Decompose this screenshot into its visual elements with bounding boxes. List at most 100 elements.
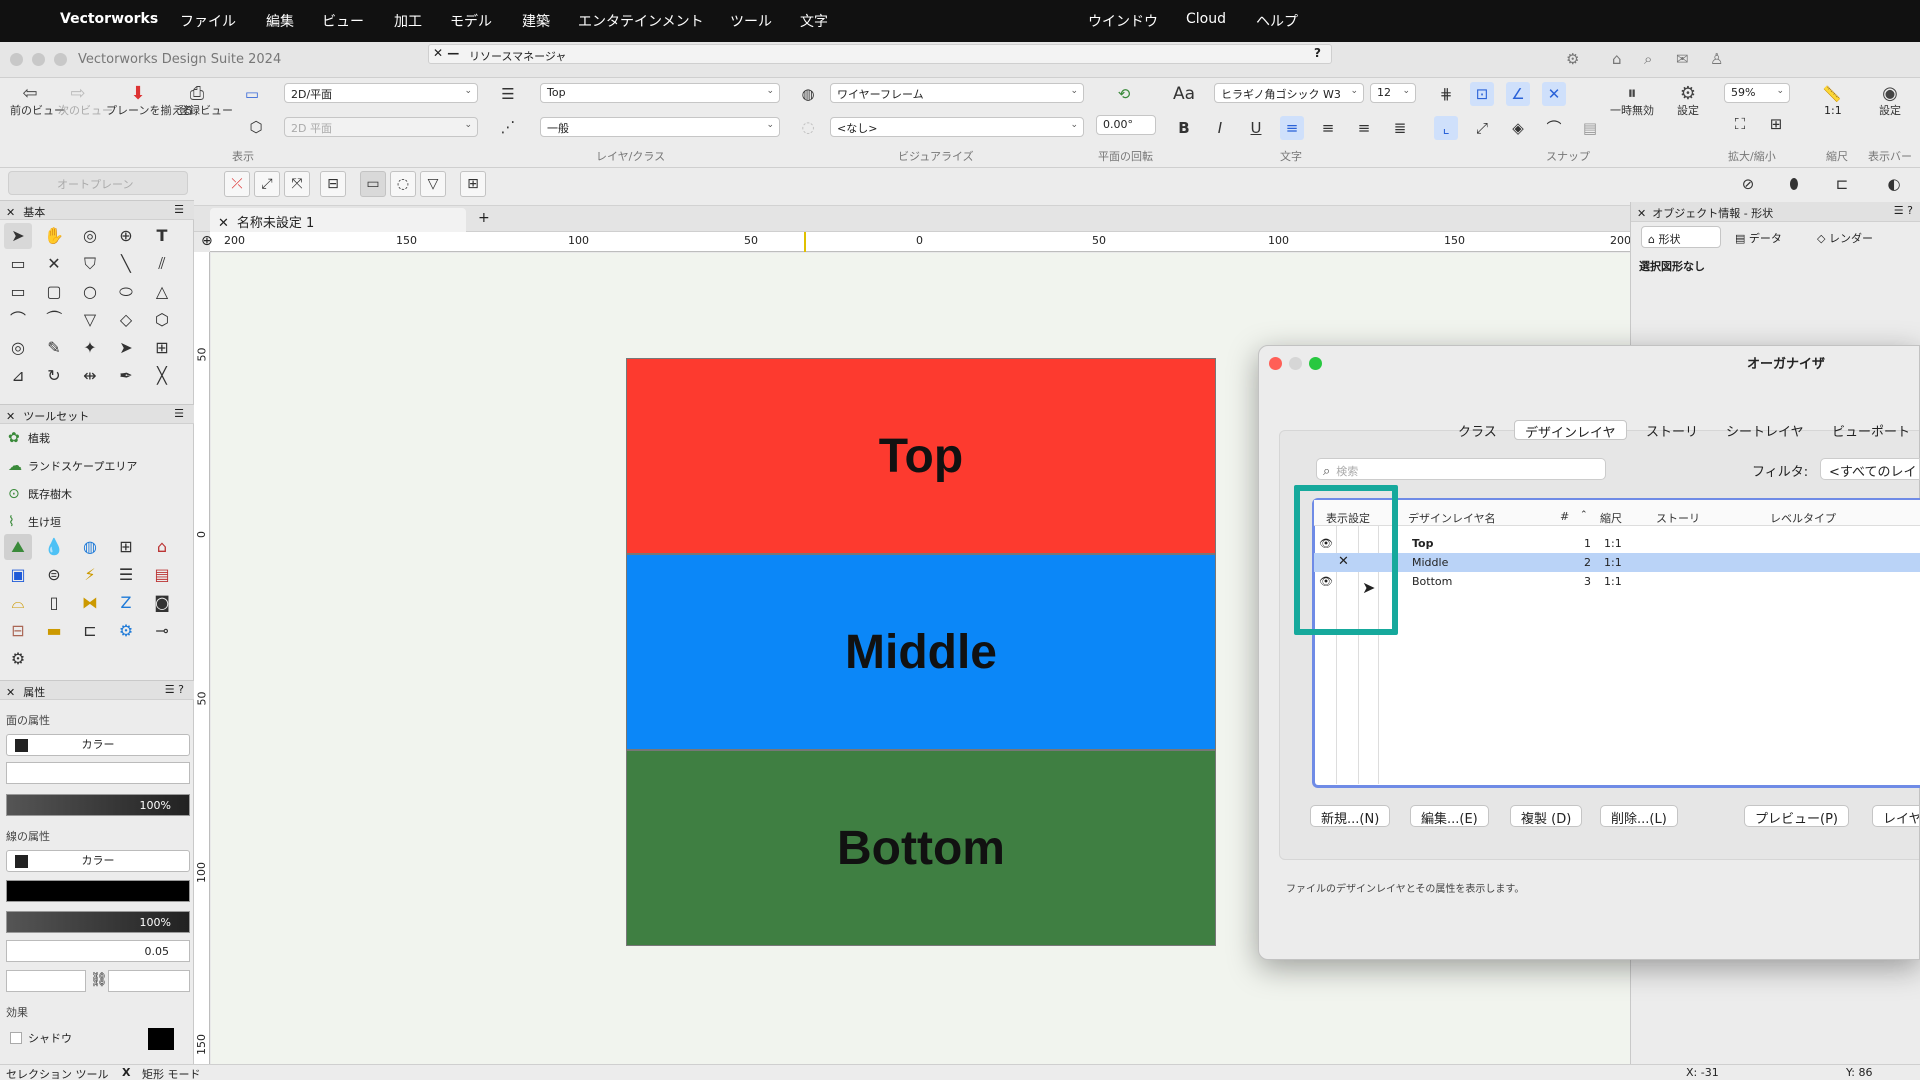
tab-viewport[interactable]: ビューポート (1822, 420, 1920, 440)
snap-angle-icon[interactable]: ∠ (1506, 82, 1530, 106)
monitor-icon[interactable]: ▣ (4, 562, 32, 588)
cabinet-icon[interactable]: ⊟ (4, 618, 32, 644)
layer-select[interactable]: Top ⌄ (540, 83, 780, 103)
mode-polygon-icon[interactable]: ▽ (420, 171, 446, 197)
fit-to-objects-icon[interactable]: ⊞ (1764, 112, 1788, 136)
line-tool-icon[interactable]: ╲ (112, 251, 140, 277)
tab-data[interactable]: ▤ データ (1729, 226, 1805, 248)
font-size-select[interactable]: 12 ⌄ (1370, 83, 1416, 103)
delete-button[interactable]: 削除...(L) (1600, 805, 1678, 827)
menu-help-icon[interactable]: ☰ ? (165, 683, 184, 696)
link-icon[interactable]: ⛓ (90, 972, 108, 988)
light-select[interactable]: <なし> ⌄ (830, 117, 1084, 137)
zoom-dialog-button[interactable] (1309, 357, 1322, 370)
arc-tool-icon[interactable]: ⌒ (4, 307, 32, 333)
table-row[interactable]: 👁 Top 1 1:1 (1314, 534, 1920, 553)
align-plane-button[interactable]: ⬇ プレーンを揃える (106, 84, 193, 118)
new-button[interactable]: 新規...(N) (1310, 805, 1391, 827)
col-level-type[interactable]: レベルタイプ (1770, 510, 1836, 526)
mode-transform-icon[interactable]: ⤧ (284, 171, 310, 197)
user-icon[interactable]: ♙ (1710, 50, 1723, 68)
eyedropper-tool-icon[interactable]: ✎ (40, 335, 68, 361)
fill-type-select[interactable]: カラー (6, 734, 190, 756)
toolset-item-planting[interactable]: ✿ 植栽 (8, 430, 50, 446)
pan-tool-icon[interactable]: ✋ (40, 223, 68, 249)
minimize-window-button[interactable] (32, 53, 45, 66)
visibility-tool-icon[interactable]: ➤ (112, 335, 140, 361)
snap-edge-icon[interactable]: ⌞ (1434, 116, 1458, 140)
menu-icon[interactable]: ☰ (174, 407, 184, 420)
close-icon[interactable]: ✕ (6, 410, 15, 423)
zoom-select[interactable]: 59% ⌄ (1724, 83, 1790, 103)
grid-icon[interactable]: ⊞ (112, 534, 140, 560)
tab-document[interactable]: ✕ 名称未設定 1 (210, 208, 466, 232)
duplicate-button[interactable]: 複製 (D) (1510, 805, 1583, 827)
tab-story[interactable]: ストーリ (1636, 420, 1708, 440)
z-icon[interactable]: Z (112, 590, 140, 616)
rect-bottom[interactable]: Bottom (626, 750, 1216, 946)
line-weight-select[interactable]: 0.05 (6, 940, 190, 962)
snap-tangent-icon[interactable]: ◈ (1506, 116, 1530, 140)
rect-middle[interactable]: Middle (626, 554, 1216, 750)
new-tab-button[interactable]: + (478, 210, 490, 226)
camera-icon[interactable]: ◙ (148, 590, 176, 616)
layers-icon[interactable]: ☰ (496, 82, 520, 106)
door-icon[interactable]: ▤ (148, 562, 176, 588)
close-window-button[interactable] (10, 53, 23, 66)
underline-icon[interactable]: U (1244, 116, 1268, 140)
close-icon[interactable]: ✕ (6, 206, 15, 219)
resource-manager-close-icon[interactable]: ✕ — (433, 46, 459, 60)
mode-cross-icon[interactable]: ⤫ (224, 171, 250, 197)
fill-opacity-slider[interactable]: 100% (6, 794, 190, 816)
align-center-icon[interactable]: ≡ (1316, 116, 1340, 140)
pipe-icon[interactable]: ⊜ (40, 562, 68, 588)
furniture-icon[interactable]: ⌓ (4, 590, 32, 616)
water-icon[interactable]: 💧 (40, 534, 68, 560)
site-icon[interactable]: ⛰ (4, 534, 32, 560)
preview-button[interactable]: プレビュー(P) (1744, 805, 1849, 827)
saved-view-button[interactable]: ⎙ 登録ビュー (178, 84, 233, 118)
hexagon-tool-icon[interactable]: ⬡ (148, 307, 176, 333)
menu-window[interactable]: ウインドウ (1088, 11, 1158, 31)
menu-tools[interactable]: ツール (730, 11, 772, 31)
text-tool-icon[interactable]: T (148, 223, 176, 249)
fixture-icon[interactable]: ⚙ (112, 618, 140, 644)
snap-arc-icon[interactable]: ⌒ (1542, 116, 1566, 140)
italic-icon[interactable]: I (1208, 116, 1232, 140)
menu-text[interactable]: 文字 (800, 11, 828, 31)
menu-entertainment[interactable]: エンタテインメント (578, 11, 704, 31)
circle-tool-icon[interactable]: ○ (76, 279, 104, 305)
table-row-selected[interactable]: ✕ Middle 2 1:1 (1314, 553, 1920, 572)
column-icon[interactable]: ▯ (40, 590, 68, 616)
oval-tool-icon[interactable]: ⬭ (112, 279, 140, 305)
stair-icon[interactable]: ☰ (112, 562, 140, 588)
truss-icon[interactable]: ⧓ (76, 590, 104, 616)
snap-surface-icon[interactable]: ▤ (1578, 116, 1602, 140)
col-scale[interactable]: 縮尺 (1600, 510, 1622, 526)
col-number[interactable]: # (1560, 510, 1569, 523)
settings-gear-icon[interactable]: ⚙ (4, 646, 32, 672)
mode-rectangle-icon[interactable]: ▭ (360, 171, 386, 197)
shadow-color[interactable] (148, 1028, 174, 1050)
rotation-field[interactable]: 0.00° (1096, 115, 1156, 135)
building-icon[interactable]: ⌂ (148, 534, 176, 560)
double-line-tool-icon[interactable]: ⫽ (148, 251, 176, 277)
flyover-tool-icon[interactable]: ◎ (76, 223, 104, 249)
tab-design-layer[interactable]: デザインレイヤ (1514, 420, 1627, 441)
search-icon[interactable]: ⌕ (1644, 50, 1652, 68)
close-dialog-button[interactable] (1269, 357, 1282, 370)
mode-right-icon-4[interactable]: ◐ (1882, 172, 1906, 196)
pause-snap-button[interactable]: ⏸ 一時無効 (1604, 84, 1660, 118)
freehand-tool-icon[interactable]: ⏜ (40, 307, 68, 333)
rectangle-tool-icon[interactable]: ▭ (4, 279, 32, 305)
prev-view-button[interactable]: ⇦ 前のビュー (10, 84, 65, 118)
auto-plane-button[interactable]: オートプレーン (8, 171, 188, 195)
rect-top[interactable]: Top (626, 358, 1216, 554)
edit-button[interactable]: 編集...(E) (1410, 805, 1489, 827)
shadow-checkbox[interactable]: シャドウ (10, 1030, 72, 1046)
rotate-tool-icon[interactable]: ↻ (40, 363, 68, 389)
mode-right-icon-1[interactable]: ⊘ (1736, 172, 1760, 196)
fit-to-window-icon[interactable]: ⛶ (1728, 112, 1752, 136)
mode-right-icon-2[interactable]: ⬮ (1782, 172, 1806, 196)
locus-tool-icon[interactable]: ✕ (40, 251, 68, 277)
